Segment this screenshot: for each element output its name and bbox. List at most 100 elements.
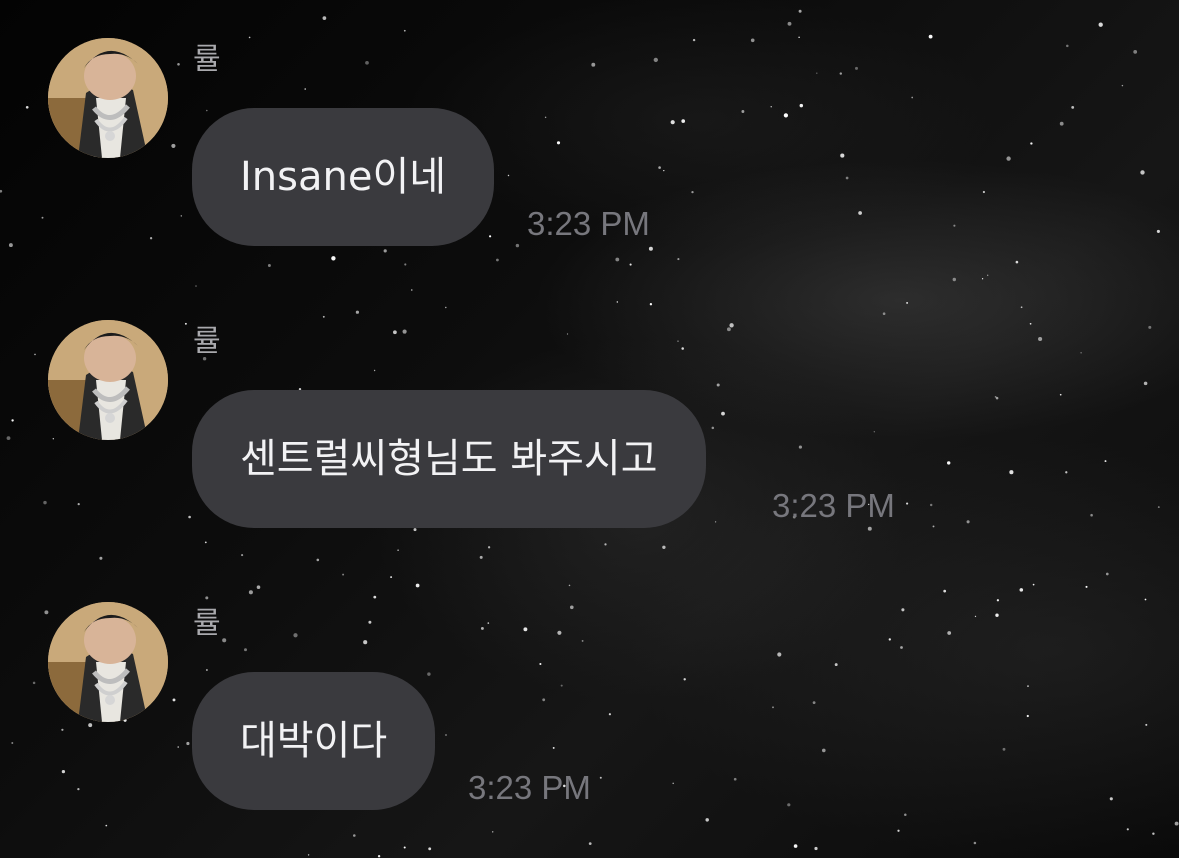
star xyxy=(1002,747,1006,751)
star xyxy=(402,329,407,334)
star xyxy=(858,211,862,215)
star xyxy=(901,608,905,612)
star xyxy=(316,558,320,562)
star xyxy=(293,633,298,638)
star xyxy=(32,681,36,685)
star xyxy=(52,438,54,440)
star xyxy=(363,640,368,645)
star xyxy=(677,258,680,261)
star xyxy=(1126,828,1129,831)
star xyxy=(480,626,484,630)
star xyxy=(996,599,1000,602)
message-timestamp: 3:23 PM xyxy=(772,487,895,524)
sender-avatar[interactable] xyxy=(48,602,168,722)
star xyxy=(77,787,80,791)
star xyxy=(11,419,14,422)
star xyxy=(793,844,798,848)
star xyxy=(966,520,970,524)
star xyxy=(1121,84,1124,87)
star xyxy=(787,803,791,807)
sender-avatar[interactable] xyxy=(48,320,168,440)
star xyxy=(404,263,407,266)
star xyxy=(726,327,731,332)
star xyxy=(721,411,725,416)
message-bubble[interactable]: Insane이네 xyxy=(192,108,495,246)
star xyxy=(1157,506,1160,509)
star xyxy=(888,638,891,641)
star xyxy=(177,746,179,748)
star xyxy=(616,301,618,303)
star xyxy=(591,62,596,67)
star xyxy=(711,426,715,430)
star xyxy=(403,29,406,32)
avatar-photo-icon xyxy=(48,320,168,440)
star xyxy=(25,105,29,109)
star xyxy=(1174,821,1179,826)
star xyxy=(928,34,933,39)
star xyxy=(1032,583,1035,586)
star xyxy=(41,216,44,219)
message-bubble[interactable]: 센트럴씨형님도 봐주시고 xyxy=(192,390,706,528)
star xyxy=(663,169,665,172)
star xyxy=(798,36,800,39)
star xyxy=(61,728,64,731)
star xyxy=(11,742,14,744)
star xyxy=(834,663,838,667)
star xyxy=(1065,471,1068,474)
star xyxy=(705,818,709,822)
star xyxy=(1090,513,1093,517)
star xyxy=(1156,229,1160,233)
star xyxy=(987,274,989,276)
star xyxy=(566,333,569,335)
star xyxy=(1059,393,1062,396)
avatar-photo-icon xyxy=(48,38,168,158)
star xyxy=(205,109,208,112)
star xyxy=(670,120,675,125)
message-bubble[interactable]: 대박이다 xyxy=(192,672,436,810)
star xyxy=(615,257,620,262)
star xyxy=(61,769,66,774)
star xyxy=(570,605,574,610)
star xyxy=(1152,832,1155,835)
star xyxy=(99,556,103,560)
star xyxy=(1020,306,1023,309)
star xyxy=(1144,598,1147,601)
sender-name: 률 xyxy=(193,42,221,77)
star xyxy=(1009,470,1014,475)
star xyxy=(523,627,528,632)
star xyxy=(77,503,80,506)
star xyxy=(649,303,653,306)
star xyxy=(604,543,607,546)
star xyxy=(683,678,686,681)
star xyxy=(904,813,907,816)
star xyxy=(814,846,818,851)
star xyxy=(304,88,306,90)
star xyxy=(415,583,420,588)
star xyxy=(1109,797,1113,801)
star xyxy=(906,502,909,505)
star xyxy=(897,829,900,832)
star xyxy=(816,72,818,74)
star xyxy=(1030,142,1033,145)
star xyxy=(608,713,611,716)
star xyxy=(681,119,686,123)
star xyxy=(714,521,717,523)
star xyxy=(88,723,93,728)
star xyxy=(411,289,413,291)
star xyxy=(787,21,792,26)
star xyxy=(741,110,745,113)
star xyxy=(241,554,244,557)
star xyxy=(798,445,802,449)
star xyxy=(43,500,47,505)
star xyxy=(172,698,176,702)
star xyxy=(248,36,251,39)
star xyxy=(413,528,417,532)
star xyxy=(1038,336,1043,342)
star xyxy=(445,734,447,736)
star xyxy=(588,842,592,845)
message-timestamp: 3:23 PM xyxy=(527,205,650,242)
sender-avatar[interactable] xyxy=(48,38,168,158)
star xyxy=(267,264,271,267)
star xyxy=(729,323,734,328)
star xyxy=(953,224,956,227)
